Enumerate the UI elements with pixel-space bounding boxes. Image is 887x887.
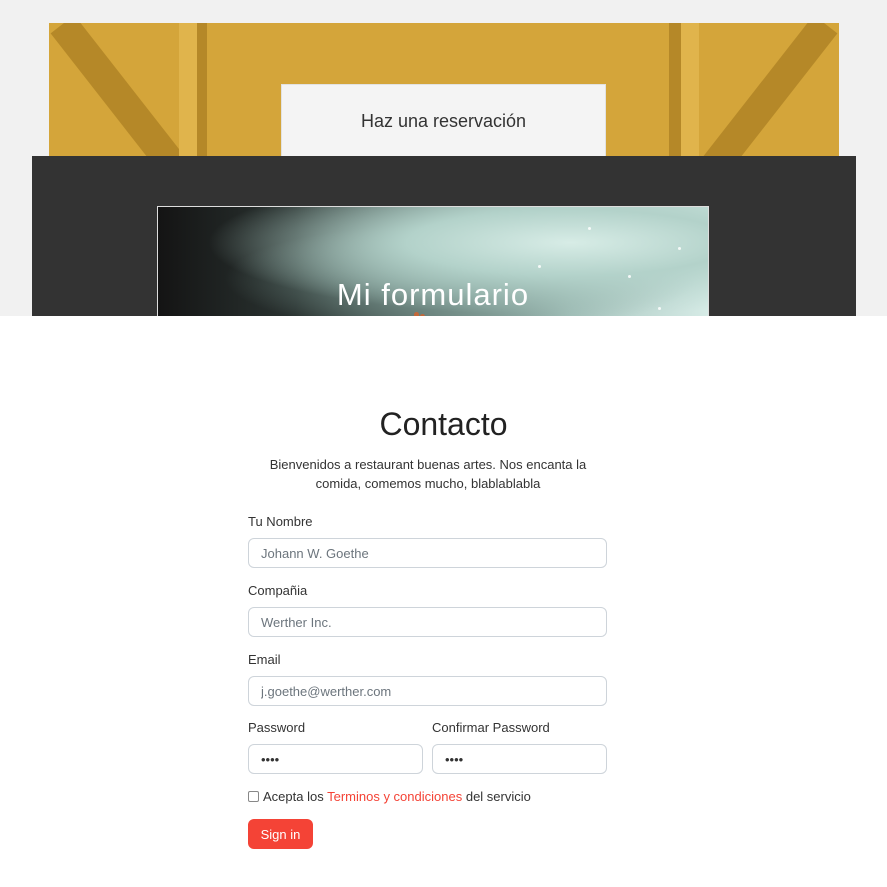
signin-button[interactable]: Sign in bbox=[248, 819, 313, 849]
reservation-button-label: Haz una reservación bbox=[360, 111, 527, 131]
hero-title: Mi formulario bbox=[336, 277, 530, 312]
decor-beam bbox=[669, 23, 681, 163]
email-input[interactable] bbox=[248, 676, 607, 706]
form-hero-card: Mi formulario bbox=[32, 156, 856, 326]
terms-text: Acepta los Terminos y condiciones del se… bbox=[263, 789, 531, 804]
password-input[interactable] bbox=[248, 744, 423, 774]
decor-beam bbox=[50, 23, 198, 163]
reservation-button[interactable]: Haz una reservación bbox=[281, 84, 606, 163]
contact-description: Bienvenidos a restaurant buenas artes. N… bbox=[269, 457, 587, 491]
confirm-password-label: Confirmar Password bbox=[432, 720, 550, 735]
sparkle bbox=[678, 247, 681, 250]
terms-suffix: del servicio bbox=[465, 789, 531, 804]
sparkle bbox=[588, 227, 591, 230]
decor-beam bbox=[690, 23, 838, 163]
decor-beam bbox=[179, 23, 197, 163]
email-label: Email bbox=[248, 652, 281, 667]
name-input[interactable] bbox=[248, 538, 607, 568]
contact-panel: Contacto Bienvenidos a restaurant buenas… bbox=[0, 316, 887, 887]
name-label: Tu Nombre bbox=[248, 514, 313, 529]
hero-image: Mi formulario bbox=[157, 206, 709, 326]
company-label: Compañia bbox=[248, 583, 308, 598]
password-label: Password bbox=[248, 720, 306, 735]
decor-beam bbox=[197, 23, 207, 163]
contact-title: Contacto bbox=[379, 406, 508, 442]
terms-prefix: Acepta los bbox=[263, 789, 324, 804]
confirm-password-input[interactable] bbox=[432, 744, 607, 774]
reservation-banner: Haz una reservación bbox=[49, 23, 839, 163]
company-input[interactable] bbox=[248, 607, 607, 637]
decor-beam bbox=[681, 23, 699, 163]
terms-checkbox[interactable] bbox=[248, 791, 259, 802]
sparkle bbox=[538, 265, 541, 268]
terms-link[interactable]: Terminos y condiciones bbox=[327, 789, 462, 804]
